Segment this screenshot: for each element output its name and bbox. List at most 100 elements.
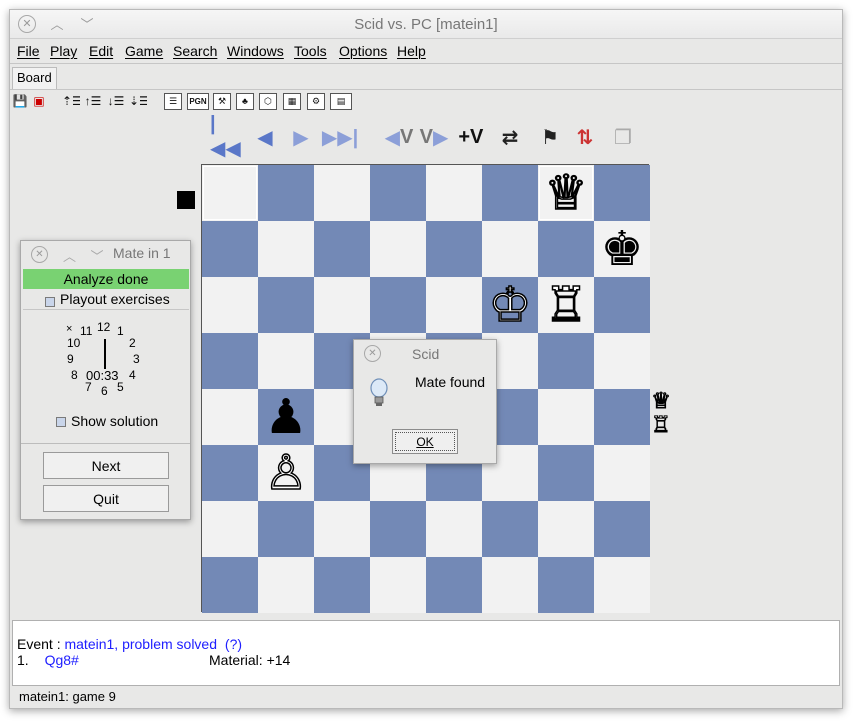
ok-button[interactable]: OK: [392, 429, 458, 454]
board-square[interactable]: [482, 221, 538, 277]
white-rook-icon[interactable]: ♖: [544, 280, 589, 330]
board-square[interactable]: [482, 501, 538, 557]
close-icon[interactable]: ✕: [364, 345, 381, 362]
book-icon[interactable]: ⬡: [259, 93, 277, 110]
save-icon[interactable]: 💾: [11, 93, 29, 110]
show-solution-checkbox[interactable]: Show solution: [56, 413, 158, 429]
board-square[interactable]: [538, 445, 594, 501]
tab-board[interactable]: Board: [12, 67, 57, 89]
board-square[interactable]: [314, 277, 370, 333]
board-square[interactable]: [258, 221, 314, 277]
board-square[interactable]: [258, 333, 314, 389]
menu-tools[interactable]: Tools: [294, 43, 327, 59]
board-square[interactable]: [314, 501, 370, 557]
board-square[interactable]: [314, 221, 370, 277]
menu-game[interactable]: Game: [125, 43, 163, 59]
engine-icon[interactable]: ⚙: [307, 93, 325, 110]
board-square[interactable]: [258, 165, 314, 221]
tools-icon[interactable]: ⚒: [213, 93, 231, 110]
board-square[interactable]: [538, 221, 594, 277]
board-square[interactable]: [538, 333, 594, 389]
board-square[interactable]: [370, 221, 426, 277]
menu-file[interactable]: File: [17, 43, 40, 59]
first-move-icon[interactable]: |◀◀: [210, 113, 242, 160]
board-square[interactable]: [202, 165, 258, 221]
event-value-link[interactable]: matein1, problem solved: [64, 636, 217, 652]
list-next-icon[interactable]: ↓☰: [107, 93, 125, 110]
tree-icon[interactable]: ♣: [236, 93, 254, 110]
window-arrows-icon[interactable]: ︿ ﹀: [63, 246, 103, 265]
menu-options[interactable]: Options: [339, 43, 387, 59]
board-square[interactable]: [202, 501, 258, 557]
white-king-icon[interactable]: ♔: [488, 280, 533, 330]
list-prev-icon[interactable]: ↑☰: [84, 93, 102, 110]
board-square[interactable]: [202, 221, 258, 277]
board-square[interactable]: [370, 165, 426, 221]
board-square[interactable]: [594, 557, 650, 613]
menu-search[interactable]: Search: [173, 43, 217, 59]
list-first-icon[interactable]: ⇡☰: [62, 93, 80, 110]
board-square[interactable]: [594, 389, 650, 445]
close-icon[interactable]: ✕: [31, 246, 48, 263]
board-square[interactable]: ♔: [482, 277, 538, 333]
board-square[interactable]: ♙: [258, 445, 314, 501]
add-variation-icon[interactable]: ++V: [454, 120, 488, 154]
board-square[interactable]: [426, 165, 482, 221]
board-square[interactable]: [538, 501, 594, 557]
auto-play-icon[interactable]: ⇄: [495, 120, 525, 154]
board-square[interactable]: ♚: [594, 221, 650, 277]
board-square[interactable]: [314, 165, 370, 221]
copy-board-icon[interactable]: ❐: [608, 120, 638, 154]
variation-forward-icon[interactable]: V ▶: [418, 120, 450, 154]
board-square[interactable]: ♕: [538, 165, 594, 221]
board-square[interactable]: [258, 501, 314, 557]
board-square[interactable]: [594, 445, 650, 501]
move-link[interactable]: Qg8#: [45, 652, 79, 668]
board-square[interactable]: [538, 389, 594, 445]
menu-edit[interactable]: Edit: [89, 43, 113, 59]
board-square[interactable]: [314, 557, 370, 613]
checkbox-icon[interactable]: [56, 417, 66, 428]
board-square[interactable]: [426, 501, 482, 557]
next-button[interactable]: Next: [43, 452, 169, 479]
board-square[interactable]: [202, 445, 258, 501]
quit-button[interactable]: Quit: [43, 485, 169, 512]
board-square[interactable]: [426, 221, 482, 277]
forward-move-icon[interactable]: ▶: [286, 120, 316, 154]
flip-board-icon[interactable]: ⇅: [570, 120, 600, 154]
board-square[interactable]: [482, 557, 538, 613]
white-queen-icon[interactable]: ♕: [544, 168, 589, 218]
board-square[interactable]: ♟: [258, 389, 314, 445]
white-pawn-icon[interactable]: ♙: [264, 448, 309, 498]
board-square[interactable]: [370, 501, 426, 557]
back-move-icon[interactable]: ◀: [250, 120, 280, 154]
crosstable-icon[interactable]: ▦: [283, 93, 301, 110]
board-square[interactable]: [202, 333, 258, 389]
board-square[interactable]: [594, 277, 650, 333]
board-square[interactable]: [202, 277, 258, 333]
board-square[interactable]: [258, 277, 314, 333]
board-square[interactable]: [370, 557, 426, 613]
menu-help[interactable]: Help: [397, 43, 426, 59]
board-square[interactable]: [538, 557, 594, 613]
annotate-icon[interactable]: ⚑: [538, 120, 562, 154]
board-square[interactable]: [202, 389, 258, 445]
board-square[interactable]: [594, 333, 650, 389]
event-extra[interactable]: (?): [225, 636, 242, 652]
pgn-window-icon[interactable]: PGN: [187, 93, 209, 110]
board-square[interactable]: [426, 277, 482, 333]
board-square[interactable]: [594, 165, 650, 221]
board-square[interactable]: [258, 557, 314, 613]
board-square[interactable]: [594, 501, 650, 557]
gamelist-icon[interactable]: ☰: [164, 93, 182, 110]
menu-windows[interactable]: Windows: [227, 43, 284, 59]
board-square[interactable]: [426, 557, 482, 613]
black-pawn-icon[interactable]: ♟: [264, 393, 307, 441]
list-last-icon[interactable]: ⇣☰: [129, 93, 147, 110]
tournament-icon[interactable]: ▤: [330, 93, 352, 110]
playout-exercises-checkbox[interactable]: Playout exercises: [23, 290, 189, 310]
board-square[interactable]: [202, 557, 258, 613]
board-square[interactable]: ♖: [538, 277, 594, 333]
board-square[interactable]: [370, 277, 426, 333]
variation-back-icon[interactable]: ◀ V: [383, 120, 415, 154]
